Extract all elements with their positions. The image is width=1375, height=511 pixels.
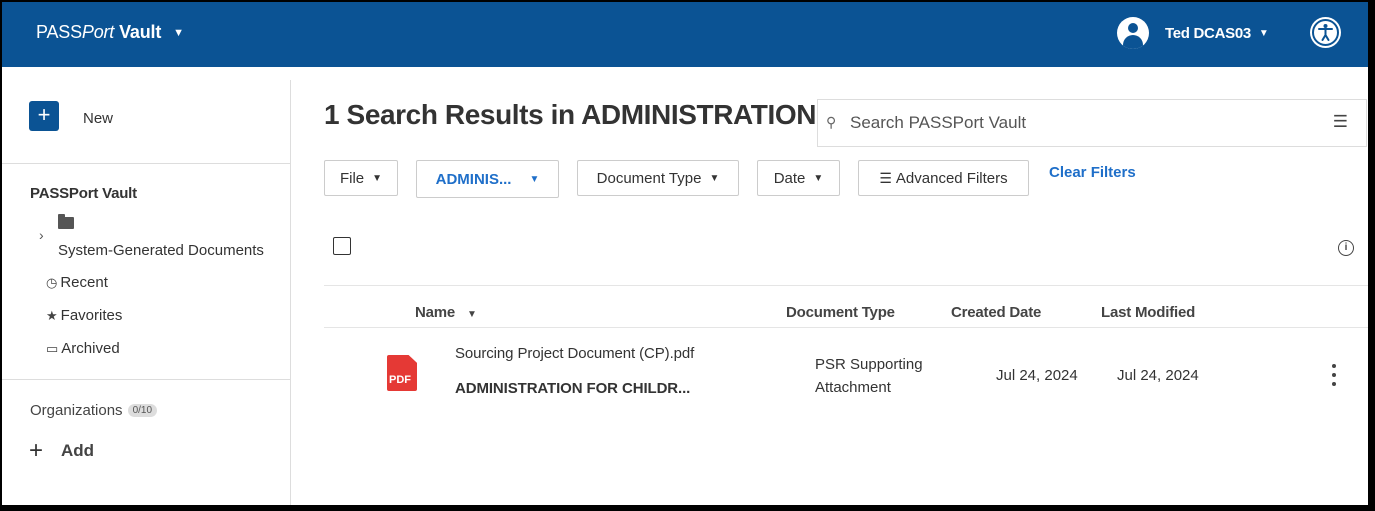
search-icon: ⚲ (826, 114, 837, 130)
app-switcher[interactable]: PASS Port Vault ▼ (36, 22, 184, 43)
chevron-down-icon: ▼ (529, 173, 540, 185)
avatar (1117, 17, 1149, 49)
chevron-down-icon: ▼ (813, 172, 824, 184)
vault-heading: PASSPort Vault (30, 185, 137, 202)
chevron-down-icon: ▼ (372, 172, 383, 184)
sidebar-item-label: Archived (61, 340, 120, 357)
folder-icon (58, 214, 74, 229)
sliders-icon: ☰ (879, 169, 892, 186)
date-filter-dropdown[interactable]: Date ▼ (757, 160, 840, 196)
new-label[interactable]: New (83, 110, 113, 127)
file-name-link[interactable]: Sourcing Project Document (CP).pdf (455, 345, 694, 362)
document-type-filter-dropdown[interactable]: Document Type ▼ (577, 160, 739, 196)
column-header-created-date[interactable]: Created Date (951, 304, 1041, 321)
advanced-filters-label: Advanced Filters (895, 169, 1008, 187)
chevron-down-icon: ▼ (709, 172, 720, 184)
more-options-icon[interactable] (1330, 364, 1338, 388)
created-date-cell: Jul 24, 2024 (996, 367, 1078, 384)
pdf-icon-label: PDF (389, 374, 411, 386)
user-name: Ted DCAS03 (1165, 24, 1251, 42)
filter-label: Document Type (596, 169, 702, 187)
new-button[interactable]: + (29, 101, 59, 131)
divider (2, 163, 290, 164)
sidebar-item-label: Recent (60, 274, 108, 291)
chevron-down-icon: ▼ (1258, 27, 1269, 39)
chevron-right-icon[interactable]: › (39, 227, 44, 243)
organizations-heading: Organizations 0/10 (30, 402, 158, 419)
sidebar-item-label: Favorites (60, 307, 123, 324)
organizations-count-badge: 0/10 (127, 404, 158, 417)
sidebar-item-favorites[interactable]: ★ Favorites (46, 307, 122, 324)
pdf-icon: PDF (387, 355, 417, 391)
chevron-down-icon: ▼ (467, 309, 477, 320)
add-organization-button[interactable]: + Add (29, 437, 94, 465)
document-type-line: Attachment (815, 379, 891, 396)
file-filter-dropdown[interactable]: File ▼ (324, 160, 398, 196)
filter-label: Date (773, 169, 806, 187)
sidebar-item-system-generated-documents[interactable]: System-Generated Documents (58, 242, 264, 259)
filter-label: ADMINIS... (435, 170, 512, 188)
sidebar-item-archived[interactable]: ▭ Archived (46, 340, 120, 357)
sidebar-item-recent[interactable]: ◷ Recent (46, 274, 108, 291)
select-all-checkbox[interactable] (333, 237, 351, 255)
info-icon[interactable]: i (1338, 240, 1354, 256)
sidebar: + New PASSPort Vault › System-Generated … (2, 67, 290, 505)
brand-vault: Vault (119, 22, 162, 42)
page-title: 1 Search Results in ADMINISTRATION FOR C… (324, 99, 819, 130)
organization-filter-dropdown[interactable]: ADMINIS... ▼ (416, 160, 559, 198)
chevron-down-icon: ▼ (173, 26, 184, 39)
brand-pass: PASS (36, 22, 82, 42)
divider (324, 327, 1368, 328)
column-label: Name (415, 304, 456, 321)
search-box: ⚲ ☰ (817, 99, 1367, 147)
column-header-last-modified[interactable]: Last Modified (1101, 304, 1195, 321)
search-input[interactable] (848, 111, 1322, 135)
star-icon: ★ (46, 307, 58, 323)
organizations-label: Organizations (30, 402, 123, 419)
column-header-document-type[interactable]: Document Type (786, 304, 895, 321)
app-window: PASS Port Vault ▼ Ted DCAS03 ▼ + New PASSP… (2, 2, 1368, 505)
column-header-name[interactable]: Name ▼ (415, 304, 477, 321)
divider (2, 379, 290, 380)
user-menu[interactable]: Ted DCAS03 ▼ (1117, 17, 1269, 49)
document-type-cell: PSR Supporting Attachment (815, 353, 923, 399)
document-type-line: PSR Supporting (815, 356, 923, 373)
accessibility-icon[interactable] (1310, 17, 1341, 48)
clock-icon: ◷ (46, 274, 58, 290)
archive-icon: ▭ (46, 340, 59, 356)
top-bar: PASS Port Vault ▼ Ted DCAS03 ▼ (2, 2, 1368, 67)
last-modified-cell: Jul 24, 2024 (1117, 367, 1199, 384)
clear-filters-link[interactable]: Clear Filters (1049, 164, 1136, 181)
add-label: Add (61, 441, 95, 460)
plus-icon: + (29, 437, 44, 464)
filter-settings-icon[interactable]: ☰ (1333, 112, 1348, 132)
file-organization: ADMINISTRATION FOR CHILDR... (455, 380, 691, 397)
brand-port: Port (81, 22, 115, 42)
advanced-filters-button[interactable]: ☰ Advanced Filters (858, 160, 1029, 196)
divider (290, 80, 291, 505)
divider (324, 285, 1368, 286)
filter-label: File (339, 169, 365, 187)
